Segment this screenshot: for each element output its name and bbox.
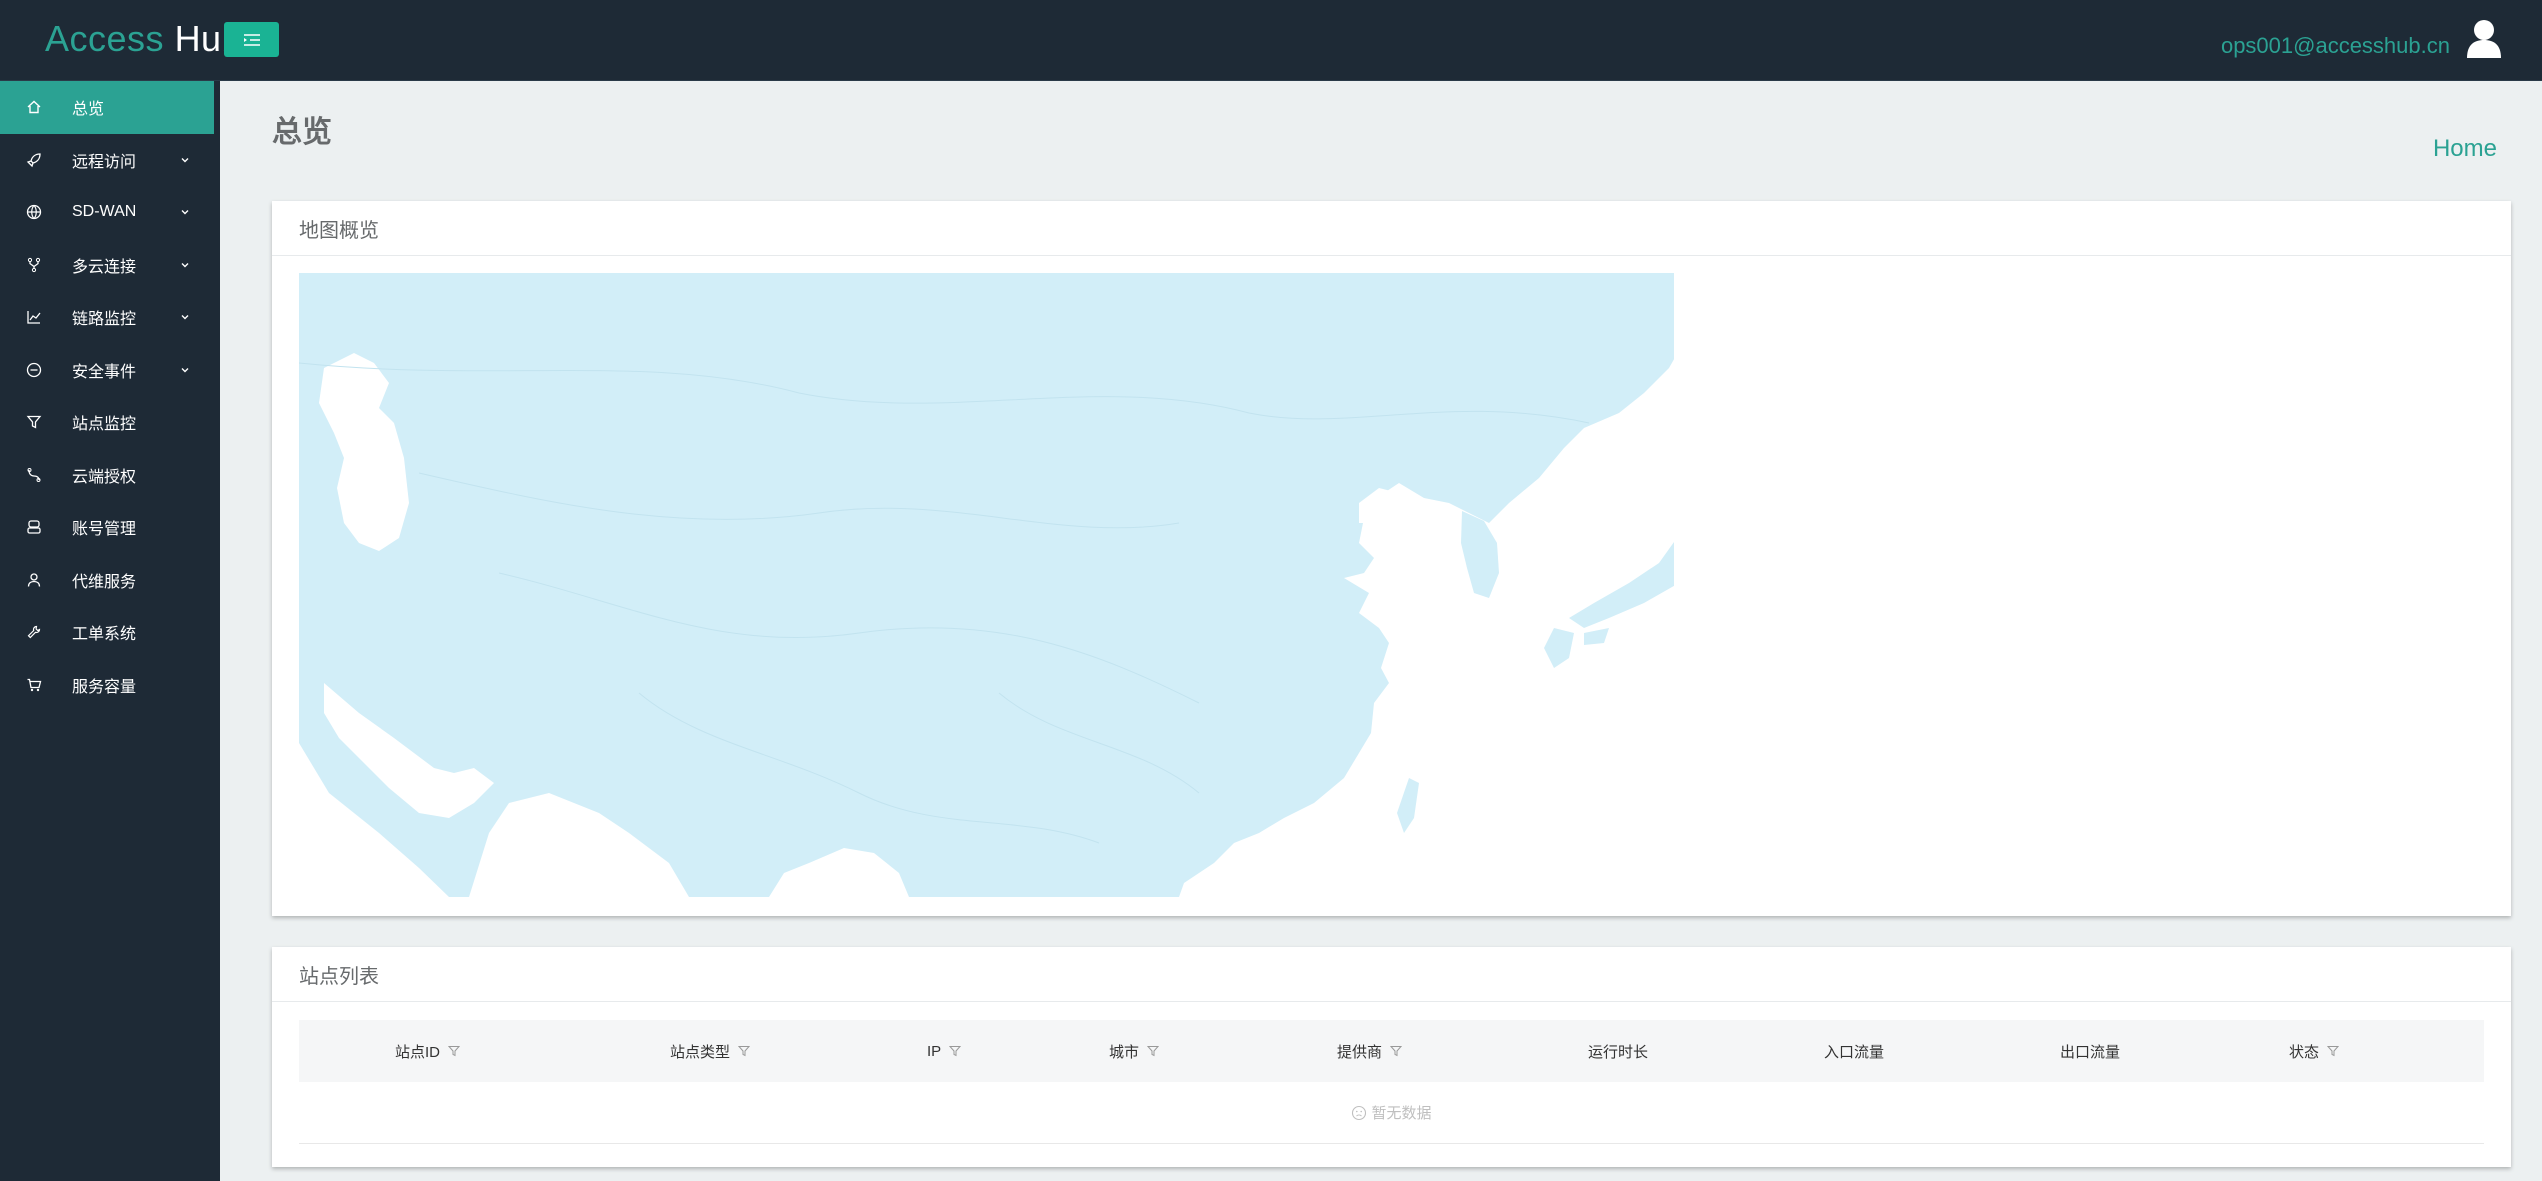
sidebar-item-security-events[interactable]: 安全事件 xyxy=(0,344,220,397)
column-label: 站点类型 xyxy=(670,1043,731,1061)
filter-icon[interactable] xyxy=(2327,1045,2340,1057)
column-site-type[interactable]: 站点类型 xyxy=(670,1020,751,1082)
brand-logo[interactable]: Access Hub xyxy=(45,18,242,60)
minus-circle-icon xyxy=(26,362,42,378)
breadcrumb-home[interactable]: Home xyxy=(2433,135,2497,163)
sidebar-item-remote-access[interactable]: 远程访问 xyxy=(0,134,220,187)
column-label: 站点ID xyxy=(395,1043,441,1061)
sites-panel-title: 站点列表 xyxy=(272,947,2511,1002)
main-content: 总览 Home 地图概览 站点列表 站点ID 站点类型 IP 城市 提供商 运行… xyxy=(220,81,2542,1181)
chevron-down-icon xyxy=(181,367,189,373)
column-label: 入口流量 xyxy=(1824,1043,1885,1061)
sidebar-item-label: 云端授权 xyxy=(72,468,137,486)
sites-panel: 站点列表 站点ID 站点类型 IP 城市 提供商 运行时长 入口流量 出口流量 … xyxy=(272,947,2511,1167)
sidebar-item-label: 服务容量 xyxy=(72,678,137,696)
fork-icon xyxy=(26,257,42,273)
sidebar-item-service-capacity[interactable]: 服务容量 xyxy=(0,659,220,712)
line-chart-icon xyxy=(26,309,42,325)
column-label: 城市 xyxy=(1109,1043,1140,1061)
filter-icon[interactable] xyxy=(1390,1045,1403,1057)
sidebar-item-account-management[interactable]: 账号管理 xyxy=(0,501,220,554)
page-title: 总览 xyxy=(272,116,332,149)
users-icon xyxy=(26,519,42,535)
sidebar-item-label: SD-WAN xyxy=(72,203,137,221)
filter-icon[interactable] xyxy=(448,1045,461,1057)
sidebar-item-site-monitor[interactable]: 站点监控 xyxy=(0,396,220,449)
column-status[interactable]: 状态 xyxy=(2289,1020,2340,1082)
column-outbound-traffic: 出口流量 xyxy=(2060,1020,2120,1082)
sidebar-item-sd-wan[interactable]: SD-WAN xyxy=(0,186,220,239)
chevron-down-icon xyxy=(181,262,189,268)
sidebar: 总览 远程访问 SD-WAN 多云连接 链路监控 安全事件 站点监控 云端授权 … xyxy=(0,81,220,1181)
sidebar-item-label: 站点监控 xyxy=(72,416,137,434)
indent-icon xyxy=(243,33,260,46)
sidebar-item-overview[interactable]: 总览 xyxy=(0,81,214,134)
column-provider[interactable]: 提供商 xyxy=(1337,1020,1403,1082)
sidebar-item-label: 账号管理 xyxy=(72,521,137,539)
wrench-icon xyxy=(26,624,42,640)
column-ip[interactable]: IP xyxy=(927,1020,962,1082)
top-bar: Access Hub ops001@accesshub.cn xyxy=(0,0,2542,81)
brand-prefix: Access xyxy=(45,18,165,59)
sidebar-item-label: 安全事件 xyxy=(72,363,137,381)
sidebar-item-label: 远程访问 xyxy=(72,153,137,171)
empty-face-icon xyxy=(1352,1105,1367,1120)
menu-toggle-button[interactable] xyxy=(224,22,279,57)
filter-icon xyxy=(26,414,42,430)
link-icon xyxy=(26,467,42,483)
column-site-id[interactable]: 站点ID xyxy=(395,1020,461,1082)
table-header: 站点ID 站点类型 IP 城市 提供商 运行时长 入口流量 出口流量 状态 xyxy=(299,1020,2484,1082)
user-icon xyxy=(26,572,42,588)
column-city[interactable]: 城市 xyxy=(1109,1020,1160,1082)
rocket-icon xyxy=(26,152,42,168)
map-view[interactable] xyxy=(299,273,1674,897)
user-avatar-icon[interactable] xyxy=(2464,18,2504,58)
filter-icon[interactable] xyxy=(738,1045,751,1057)
user-email[interactable]: ops001@accesshub.cn xyxy=(2221,33,2450,59)
column-label: 运行时长 xyxy=(1588,1043,1649,1061)
column-label: 出口流量 xyxy=(2060,1043,2121,1061)
home-icon xyxy=(26,99,42,115)
cart-icon xyxy=(26,677,42,693)
sidebar-item-managed-services[interactable]: 代维服务 xyxy=(0,554,220,607)
sidebar-item-label: 总览 xyxy=(72,101,105,119)
chevron-down-icon xyxy=(181,157,189,163)
empty-text: 暂无数据 xyxy=(1371,1105,1432,1122)
filter-icon[interactable] xyxy=(949,1045,962,1057)
column-uptime: 运行时长 xyxy=(1588,1020,1648,1082)
sidebar-item-label: 工单系统 xyxy=(72,626,137,644)
map-panel: 地图概览 xyxy=(272,201,2511,916)
sidebar-item-label: 代维服务 xyxy=(72,573,137,591)
asia-map xyxy=(299,273,1674,897)
filter-icon[interactable] xyxy=(1147,1045,1160,1057)
chevron-down-icon xyxy=(181,210,189,215)
empty-state: 暂无数据 xyxy=(299,1082,2484,1144)
sites-table: 站点ID 站点类型 IP 城市 提供商 运行时长 入口流量 出口流量 状态 暂无… xyxy=(299,1020,2484,1144)
map-panel-title: 地图概览 xyxy=(272,201,2511,256)
column-label: 提供商 xyxy=(1337,1043,1383,1061)
column-inbound-traffic: 入口流量 xyxy=(1824,1020,1884,1082)
chevron-down-icon xyxy=(181,315,189,320)
column-label: IP xyxy=(927,1042,942,1060)
globe-icon xyxy=(26,204,42,220)
sidebar-item-cloud-auth[interactable]: 云端授权 xyxy=(0,449,220,502)
sidebar-item-label: 多云连接 xyxy=(72,258,137,276)
sidebar-item-multi-cloud[interactable]: 多云连接 xyxy=(0,239,220,292)
sidebar-item-link-monitor[interactable]: 链路监控 xyxy=(0,291,220,344)
sidebar-item-ticket-system[interactable]: 工单系统 xyxy=(0,606,220,659)
column-label: 状态 xyxy=(2289,1043,2320,1061)
sidebar-item-label: 链路监控 xyxy=(72,311,137,329)
